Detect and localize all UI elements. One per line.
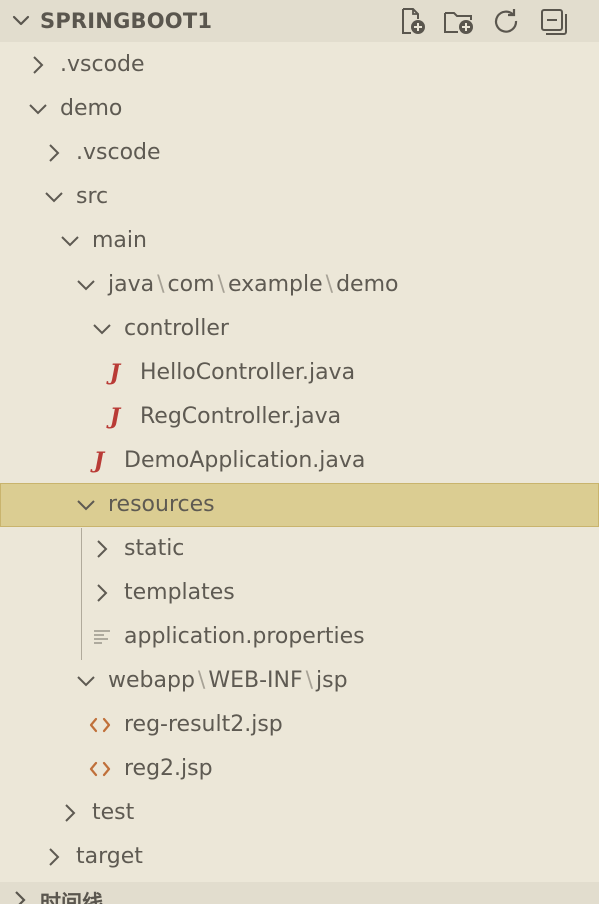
tree-item-java-package[interactable]: java \ com \ example \ demo bbox=[0, 263, 599, 307]
tree-item-resources[interactable]: resources bbox=[0, 483, 599, 527]
chevron-right-icon bbox=[65, 804, 76, 822]
tree-item-label: reg2.jsp bbox=[124, 756, 213, 781]
path-segment[interactable]: demo bbox=[336, 272, 398, 297]
chevron-down-icon bbox=[77, 280, 95, 291]
tree-item-reg2-jsp[interactable]: reg2.jsp bbox=[0, 747, 599, 791]
tree-item-label: target bbox=[76, 844, 143, 869]
collapse-all-icon bbox=[541, 9, 567, 35]
explorer-title: SPRINGBOOT1 bbox=[40, 9, 213, 33]
chevron-down-icon bbox=[45, 192, 63, 203]
tree-item-application-properties[interactable]: application.properties bbox=[0, 615, 599, 659]
collapse-all-button[interactable] bbox=[537, 5, 569, 37]
timeline-section-header[interactable]: 时间线 bbox=[0, 882, 599, 904]
chevron-down-icon bbox=[77, 676, 95, 687]
tree-item-label: .vscode bbox=[60, 52, 145, 77]
tree-item-label: controller bbox=[124, 316, 229, 341]
path-segment[interactable]: jsp bbox=[316, 668, 348, 693]
java-file-icon: J bbox=[109, 404, 121, 430]
indent-guide bbox=[81, 528, 82, 660]
new-file-button[interactable] bbox=[396, 5, 428, 37]
new-folder-button[interactable] bbox=[443, 5, 475, 37]
path-separator: \ bbox=[197, 668, 206, 693]
tree-item-label: static bbox=[124, 536, 185, 561]
explorer-section-header[interactable]: SPRINGBOOT1 bbox=[0, 0, 599, 42]
jsp-file-icon bbox=[89, 761, 111, 777]
java-file-icon: J bbox=[93, 448, 105, 474]
tree-item-controller[interactable]: controller bbox=[0, 307, 599, 351]
explorer-actions bbox=[396, 5, 584, 37]
tree-item-templates[interactable]: templates bbox=[0, 571, 599, 615]
tree-item-label: DemoApplication.java bbox=[124, 448, 366, 473]
chevron-down-icon[interactable] bbox=[12, 13, 30, 29]
path-separator: \ bbox=[305, 668, 314, 693]
path-segment[interactable]: webapp bbox=[108, 668, 195, 693]
tree-item-regcontroller-java[interactable]: J RegController.java bbox=[0, 395, 599, 439]
path-segment[interactable]: WEB-INF bbox=[208, 668, 302, 693]
file-tree: .vscode demo .vscode src main java \ com \ e… bbox=[0, 43, 599, 879]
chevron-right-icon bbox=[97, 540, 108, 558]
tree-item-static[interactable]: static bbox=[0, 527, 599, 571]
tree-item-demoapplication-java[interactable]: J DemoApplication.java bbox=[0, 439, 599, 483]
tree-item-reg-result2-jsp[interactable]: reg-result2.jsp bbox=[0, 703, 599, 747]
chevron-down-icon bbox=[29, 104, 47, 115]
refresh-icon bbox=[494, 9, 518, 33]
path-separator: \ bbox=[325, 272, 334, 297]
new-file-icon bbox=[402, 8, 425, 34]
path-segment[interactable]: java bbox=[108, 272, 154, 297]
tree-item-src[interactable]: src bbox=[0, 175, 599, 219]
tree-item-label: RegController.java bbox=[140, 404, 342, 429]
path-separator: \ bbox=[157, 272, 165, 297]
new-folder-icon bbox=[444, 12, 473, 34]
tree-item-label: main bbox=[92, 228, 147, 253]
refresh-button[interactable] bbox=[490, 5, 522, 37]
chevron-down-icon bbox=[93, 324, 111, 335]
chevron-down-icon bbox=[61, 236, 79, 247]
jsp-file-icon bbox=[89, 717, 111, 733]
tree-item-demo[interactable]: demo bbox=[0, 87, 599, 131]
properties-file-icon bbox=[94, 630, 110, 644]
chevron-down-icon bbox=[77, 500, 95, 511]
tree-item-label: HelloController.java bbox=[140, 360, 356, 385]
tree-item-webapp-folder[interactable]: webapp \ WEB-INF \ jsp bbox=[0, 659, 599, 703]
path-segment[interactable]: example bbox=[228, 272, 323, 297]
timeline-title: 时间线 bbox=[40, 891, 103, 904]
java-file-icon: J bbox=[109, 360, 121, 386]
tree-item-hellocontroller-java[interactable]: J HelloController.java bbox=[0, 351, 599, 395]
path-segment[interactable]: com bbox=[168, 272, 215, 297]
tree-item-label: templates bbox=[124, 580, 235, 605]
tree-item-label: demo bbox=[60, 96, 123, 121]
tree-item-main[interactable]: main bbox=[0, 219, 599, 263]
chevron-right-icon bbox=[49, 848, 60, 866]
tree-item-vscode[interactable]: .vscode bbox=[0, 131, 599, 175]
tree-item-label: resources bbox=[108, 492, 215, 517]
tree-item-label: src bbox=[76, 184, 109, 209]
path-separator: \ bbox=[217, 272, 225, 297]
tree-item-vscode-root[interactable]: .vscode bbox=[0, 43, 599, 87]
tree-item-label: test bbox=[92, 800, 135, 825]
tree-item-label: .vscode bbox=[76, 140, 161, 165]
tree-item-label: reg-result2.jsp bbox=[124, 712, 283, 737]
compact-folder-label: webapp \ WEB-INF \ jsp bbox=[108, 667, 348, 695]
tree-item-test[interactable]: test bbox=[0, 791, 599, 835]
chevron-right-icon bbox=[49, 144, 60, 162]
chevron-right-icon bbox=[33, 56, 44, 74]
chevron-right-icon bbox=[97, 584, 108, 602]
tree-item-label: application.properties bbox=[124, 624, 365, 649]
chevron-right-icon bbox=[15, 891, 26, 904]
explorer-panel: SPRINGBOOT1 .vscode demo .vscode src mai… bbox=[0, 0, 599, 904]
compact-folder-label: java \ com \ example \ demo bbox=[108, 271, 398, 299]
tree-item-target[interactable]: target bbox=[0, 835, 599, 879]
